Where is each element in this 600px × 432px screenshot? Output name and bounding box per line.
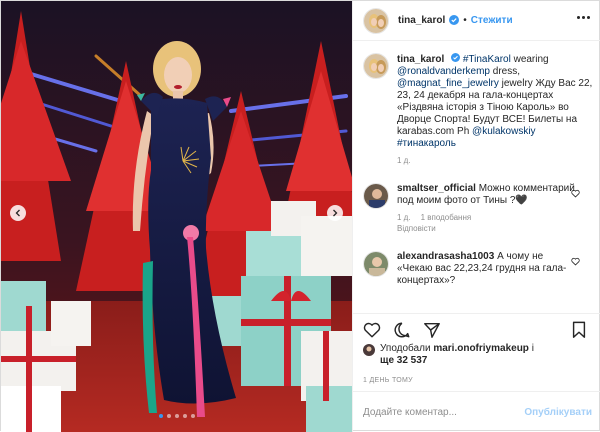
comment-age: 1 д.	[397, 213, 411, 222]
post-image	[1, 1, 352, 432]
header-separator: •	[463, 15, 467, 26]
reply-button[interactable]: Відповісти	[397, 224, 436, 233]
comment-item: smaltser_official Можно комментарий под …	[363, 183, 592, 233]
avatar[interactable]	[363, 251, 389, 277]
heart-icon[interactable]	[571, 189, 580, 198]
comment-username[interactable]: alexandrasasha1003	[397, 251, 494, 262]
follow-button[interactable]: Стежити	[471, 15, 513, 26]
comment-meta: 1 д. 1 вподобання	[397, 213, 577, 222]
heart-icon[interactable]	[571, 257, 580, 266]
comments-list[interactable]: tina_karol #TinaKarol wearing @ronaldvan…	[353, 41, 600, 313]
username-link[interactable]: tina_karol	[398, 15, 445, 26]
verified-badge-icon	[451, 53, 461, 66]
post-header: tina_karol • Стежити	[353, 1, 600, 41]
post-photo[interactable]	[1, 1, 352, 432]
more-icon[interactable]	[577, 16, 590, 19]
caption-link[interactable]: #TinaKarol	[463, 54, 511, 65]
post-timestamp[interactable]: 1 ДЕНЬ ТОМУ	[363, 377, 413, 384]
chevron-right-icon	[333, 209, 338, 217]
caption-text: tina_karol #TinaKarol wearing @ronaldvan…	[397, 53, 597, 150]
likes-summary: Уподобали mari.onofriymakeup і ще 32 537	[363, 343, 593, 367]
avatar	[363, 344, 375, 356]
comment-actions: Відповісти	[397, 224, 577, 233]
bookmark-icon[interactable]	[571, 321, 587, 339]
caption-username[interactable]: tina_karol	[397, 54, 444, 65]
caption-body: #TinaKarol wearing @ronaldvanderkemp dre…	[397, 54, 592, 149]
avatar[interactable]	[363, 53, 389, 79]
caption-link[interactable]: @magnat_fine_jewelry	[397, 78, 499, 89]
comment-text: alexandrasasha1003 А чому не «Чекаю вас …	[397, 251, 577, 287]
caption-age: 1 д.	[397, 156, 411, 165]
liker-username[interactable]: mari.onofriymakeup	[433, 343, 529, 354]
carousel-dot	[158, 414, 163, 418]
avatar[interactable]	[363, 7, 389, 34]
likes-count[interactable]: ще 32 537	[380, 355, 427, 366]
carousel-prev-button[interactable]	[10, 205, 26, 221]
comment-item: alexandrasasha1003 А чому не «Чекаю вас …	[363, 251, 592, 287]
comment-text: smaltser_official Можно комментарий под …	[397, 183, 577, 207]
post-actions-bar	[353, 313, 600, 343]
carousel-dot	[174, 414, 179, 418]
caption-text-part: dress,	[489, 66, 520, 77]
chevron-left-icon	[15, 209, 20, 217]
heart-icon[interactable]	[363, 321, 381, 339]
comment-input[interactable]	[363, 406, 519, 418]
carousel-indicator	[1, 414, 352, 418]
carousel-next-button[interactable]	[327, 205, 343, 221]
caption: tina_karol #TinaKarol wearing @ronaldvan…	[363, 53, 592, 165]
carousel-dot	[182, 414, 187, 418]
verified-badge-icon	[449, 12, 460, 30]
comment-likes[interactable]: 1 вподобання	[421, 213, 472, 222]
caption-link[interactable]: @kulakowskiy	[472, 126, 536, 137]
likes-middle: і	[528, 343, 534, 354]
instagram-post: tina_karol • Стежити tina_karol #TinaKar…	[0, 0, 600, 432]
share-icon[interactable]	[423, 321, 441, 339]
comment-icon[interactable]	[393, 321, 411, 339]
post-side-panel: tina_karol • Стежити tina_karol #TinaKar…	[352, 1, 600, 432]
carousel-dot	[166, 414, 171, 418]
caption-text-part: wearing	[510, 54, 549, 65]
avatar[interactable]	[363, 183, 389, 209]
caption-link[interactable]: @ronaldvanderkemp	[397, 66, 490, 77]
comment-username[interactable]: smaltser_official	[397, 183, 476, 194]
carousel-dot	[190, 414, 195, 418]
likes-prefix: Уподобали	[380, 343, 434, 354]
post-comment-button[interactable]: Опублікувати	[524, 407, 592, 418]
caption-link[interactable]: #тинакароль	[397, 138, 456, 149]
comment-composer: Опублікувати	[353, 391, 600, 432]
